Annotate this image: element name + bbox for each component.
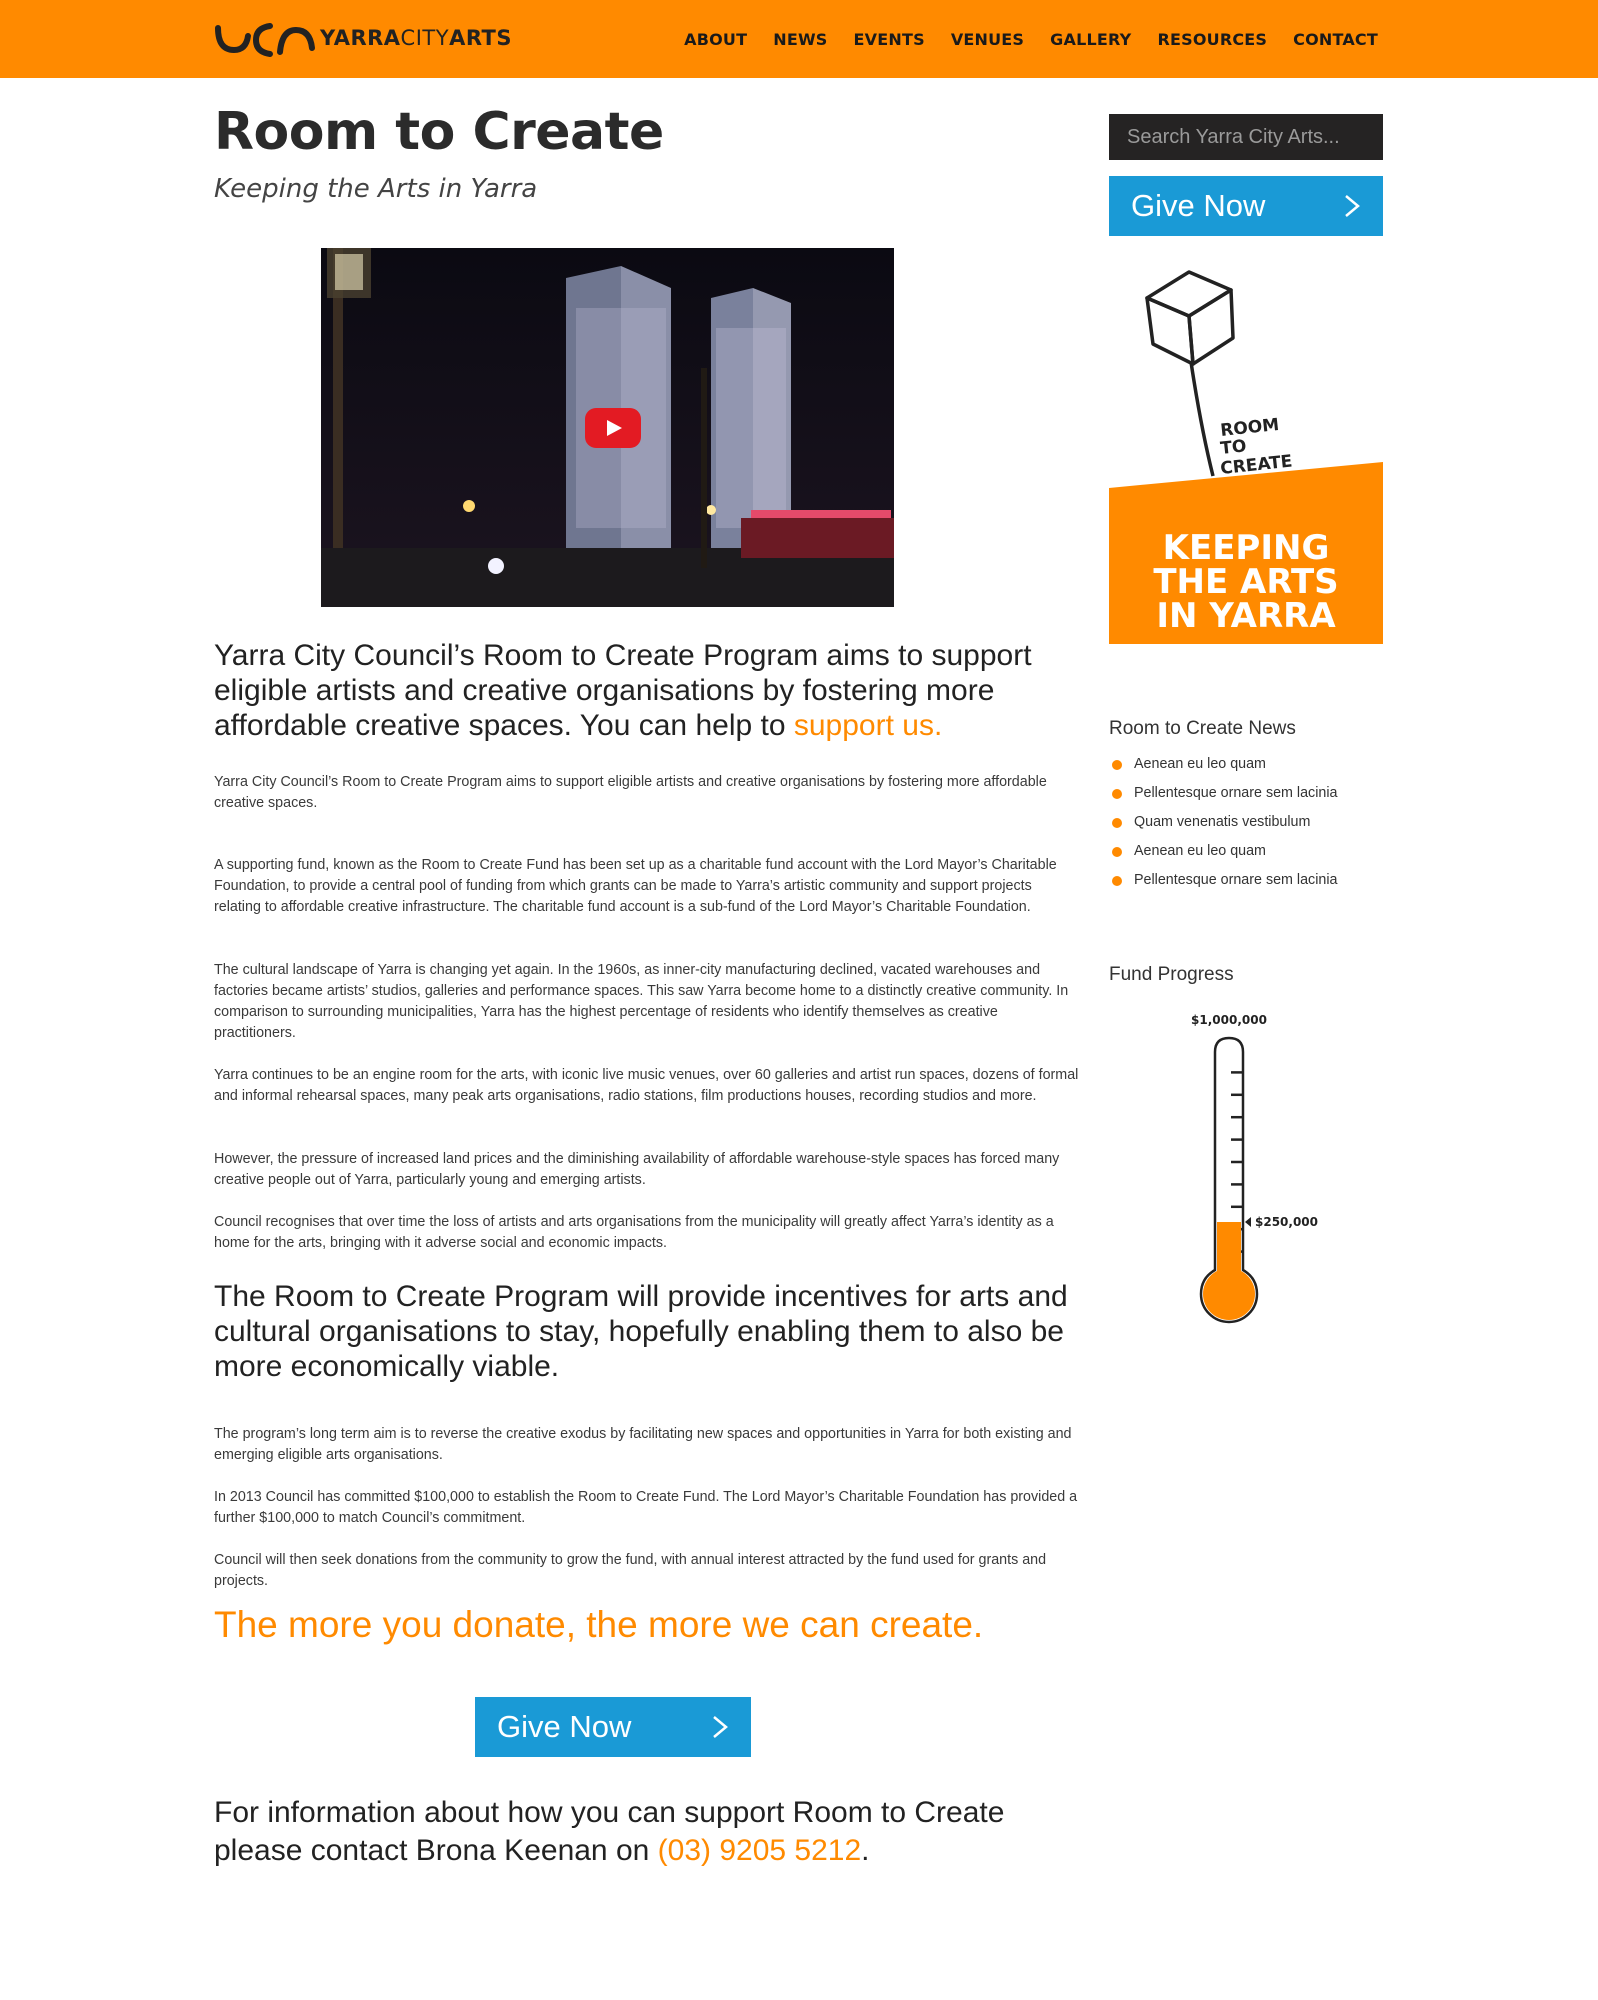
page-subtitle: Keeping the Arts in Yarra <box>214 174 538 204</box>
fund-current-label: $250,000 <box>1255 1215 1318 1229</box>
news-heading: Room to Create News <box>1109 718 1296 739</box>
nav-venues[interactable]: VENUES <box>951 30 1024 49</box>
news-item[interactable]: Pellentesque ornare sem lacinia <box>1109 872 1337 901</box>
body-paragraph: Yarra continues to be an engine room for… <box>214 1067 1079 1104</box>
site-header: YARRACITYARTS ABOUT NEWS EVENTS VENUES G… <box>0 0 1598 78</box>
chevron-right-icon <box>1345 195 1360 217</box>
nav-events[interactable]: EVENTS <box>854 30 925 49</box>
contact-phone-link[interactable]: (03) 9205 5212 <box>658 1834 862 1867</box>
search-input[interactable] <box>1109 114 1383 160</box>
page-title: Room to Create <box>214 102 664 162</box>
news-item[interactable]: Aenean eu leo quam <box>1109 756 1337 785</box>
contact-info: For information about how you can suppor… <box>214 1796 1005 1867</box>
nav-resources[interactable]: RESOURCES <box>1157 30 1267 49</box>
fund-heading: Fund Progress <box>1109 964 1234 985</box>
donate-tagline: The more you donate, the more we can cre… <box>214 1604 984 1645</box>
logo-mark-icon <box>215 23 315 57</box>
body-paragraph: The cultural landscape of Yarra is chang… <box>214 962 1069 1041</box>
main-nav: ABOUT NEWS EVENTS VENUES GALLERY RESOURC… <box>684 0 1378 78</box>
fund-current-marker-icon <box>1245 1217 1251 1227</box>
news-item[interactable]: Quam venenatis vestibulum <box>1109 814 1337 843</box>
room-to-create-graphic: ROOM TO CREATE KEEPING THE ARTS IN YARRA <box>1109 270 1383 644</box>
graphic-sign-room: ROOM <box>1219 415 1280 441</box>
body-paragraph: In 2013 Council has committed $100,000 t… <box>214 1489 1078 1526</box>
body-paragraph: The program’s long term aim is to revers… <box>214 1426 1072 1463</box>
nav-gallery[interactable]: GALLERY <box>1050 30 1131 49</box>
fund-thermometer: $1,000,000 $250,000 <box>1191 1013 1318 1324</box>
nav-news[interactable]: NEWS <box>773 30 827 49</box>
thermometer-bulb <box>1203 1268 1255 1320</box>
nav-about[interactable]: ABOUT <box>684 30 747 49</box>
body-paragraph: Council will then seek donations from th… <box>214 1552 1047 1589</box>
give-now-label: Give Now <box>497 1709 632 1744</box>
video-player[interactable] <box>321 248 894 607</box>
nav-contact[interactable]: CONTACT <box>1293 30 1378 49</box>
intro-lead: Yarra City Council’s Room to Create Prog… <box>214 639 1032 742</box>
sidebar-give-now-button[interactable]: Give Now <box>1109 176 1383 236</box>
body-paragraph: However, the pressure of increased land … <box>214 1151 1060 1188</box>
fund-target-label: $1,000,000 <box>1191 1013 1267 1027</box>
play-icon[interactable] <box>585 408 641 448</box>
news-item[interactable]: Aenean eu leo quam <box>1109 843 1337 872</box>
body-paragraph: Council recognises that over time the lo… <box>214 1214 1054 1251</box>
logo-text: YARRACITYARTS <box>320 26 512 50</box>
site-logo[interactable]: YARRACITYARTS <box>212 18 512 58</box>
program-lead: The Room to Create Program will provide … <box>214 1280 1068 1383</box>
news-list: Aenean eu leo quam Pellentesque ornare s… <box>1109 756 1337 901</box>
body-paragraph: A supporting fund, known as the Room to … <box>214 857 1057 915</box>
body-paragraph: Yarra City Council’s Room to Create Prog… <box>214 774 1047 811</box>
chevron-right-icon <box>713 1716 728 1738</box>
news-item[interactable]: Pellentesque ornare sem lacinia <box>1109 785 1337 814</box>
give-now-label: Give Now <box>1131 188 1266 223</box>
give-now-button[interactable]: Give Now <box>475 1697 751 1757</box>
support-us-link[interactable]: support us. <box>794 709 942 742</box>
banner-line-3: IN YARRA <box>1156 596 1336 636</box>
graphic-sign-to: TO <box>1219 436 1247 459</box>
